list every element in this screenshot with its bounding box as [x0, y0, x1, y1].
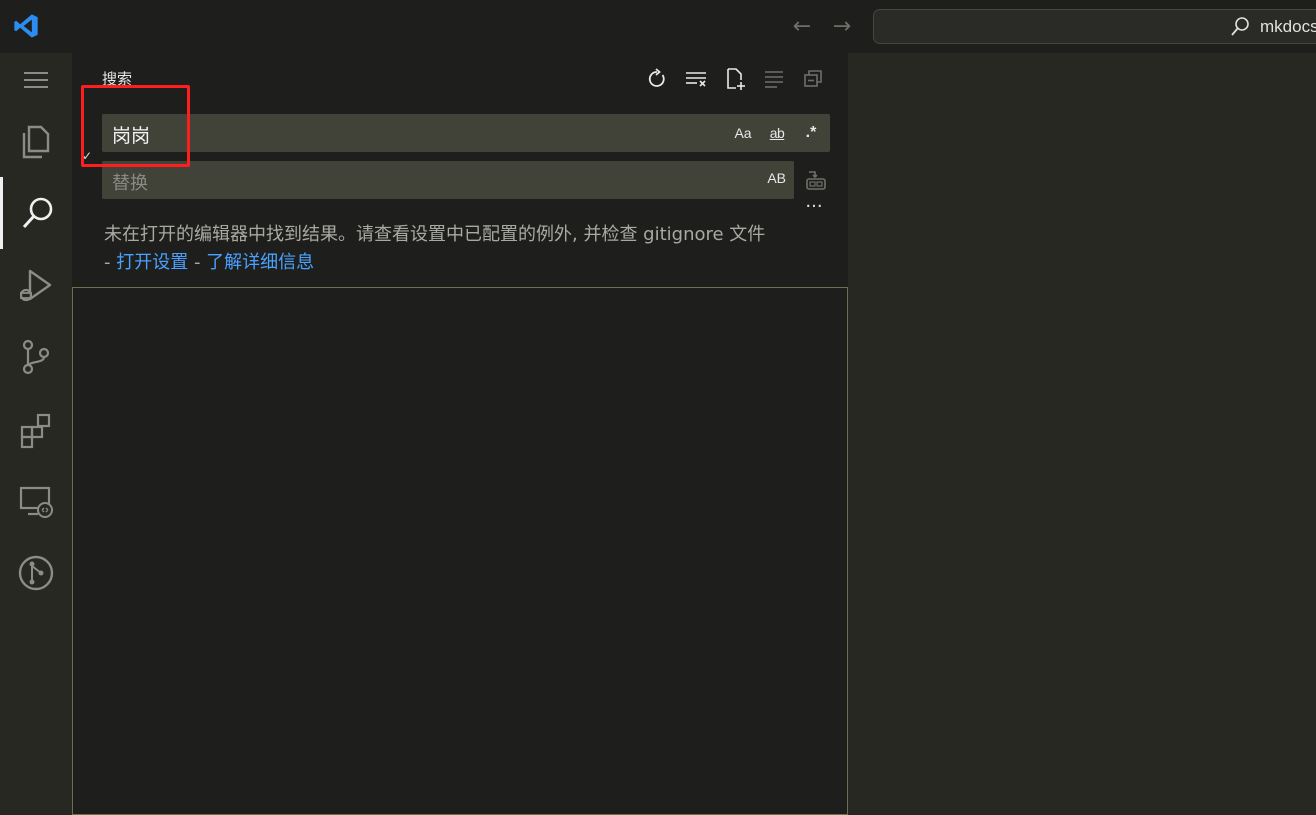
preserve-case-toggle[interactable]: AB: [767, 170, 786, 186]
activity-bar: [0, 53, 72, 815]
new-search-editor-icon: [727, 68, 745, 90]
command-center[interactable]: mkdocs: [873, 9, 1316, 44]
forward-arrow-icon[interactable]: →: [830, 14, 854, 39]
search-sidebar: 搜索 ✓ 岗岗 Aa ab .* 替换 AB ··· 未在打开的编辑器中找到结果…: [72, 53, 848, 815]
refresh-button[interactable]: [642, 66, 672, 92]
git-graph-icon: [18, 555, 54, 591]
use-regex-toggle[interactable]: .*: [798, 121, 824, 145]
source-control-icon: [22, 339, 50, 375]
search-icon: [1231, 17, 1249, 36]
toggle-search-details-button[interactable]: ···: [802, 198, 826, 223]
clear-results-icon: [686, 72, 706, 87]
message-separator: -: [104, 252, 117, 273]
open-settings-link[interactable]: 打开设置: [116, 252, 188, 273]
match-case-toggle[interactable]: Aa: [730, 121, 756, 145]
replace-input[interactable]: 替换 AB: [102, 161, 794, 199]
collapse-all-button[interactable]: [798, 66, 828, 92]
run-debug-icon: [19, 269, 52, 302]
match-whole-word-toggle[interactable]: ab: [764, 121, 790, 145]
search-input[interactable]: 岗岗 Aa ab .*: [102, 114, 830, 152]
search-results-tree[interactable]: [72, 287, 848, 815]
search-options: Aa ab .*: [730, 121, 824, 145]
replace-all-icon: [806, 171, 826, 190]
remote-explorer-icon: [19, 486, 53, 518]
remote-explorer-button[interactable]: [0, 465, 72, 537]
view-actions: [642, 66, 828, 92]
source-control-button[interactable]: [0, 321, 72, 393]
no-results-message: 未在打开的编辑器中找到结果。请查看设置中已配置的例外, 并检查 gitignor…: [104, 221, 824, 277]
git-graph-button[interactable]: [0, 537, 72, 609]
replace-all-button[interactable]: [802, 166, 830, 194]
collapse-all-icon: [804, 70, 822, 87]
back-arrow-icon[interactable]: ←: [790, 14, 814, 39]
files-icon: [22, 125, 50, 159]
extensions-button[interactable]: [0, 393, 72, 465]
explorer-button[interactable]: [0, 105, 72, 177]
search-icon: [22, 197, 52, 229]
command-center-text: mkdocs: [1260, 17, 1316, 36]
vscode-logo-icon[interactable]: [12, 12, 40, 40]
search-view-button[interactable]: [0, 177, 72, 249]
extensions-icon: [20, 413, 51, 449]
new-search-editor-button[interactable]: [720, 66, 750, 92]
view-title: 搜索: [102, 70, 133, 88]
message-separator: -: [188, 252, 207, 273]
view-as-tree-button[interactable]: [759, 66, 789, 92]
clear-results-button[interactable]: [681, 66, 711, 92]
title-bar: ← → mkdocs: [0, 0, 1316, 53]
no-results-text: 未在打开的编辑器中找到结果。请查看设置中已配置的例外, 并检查 gitignor…: [104, 224, 766, 245]
hamburger-icon: [24, 72, 48, 88]
search-input-value: 岗岗: [112, 125, 151, 147]
view-as-tree-icon: [765, 71, 783, 88]
learn-more-link[interactable]: 了解详细信息: [206, 252, 314, 273]
run-debug-button[interactable]: [0, 249, 72, 321]
replace-input-placeholder: 替换: [112, 173, 148, 194]
toggle-replace-button[interactable]: ✓: [82, 149, 92, 163]
refresh-icon: [648, 68, 665, 87]
